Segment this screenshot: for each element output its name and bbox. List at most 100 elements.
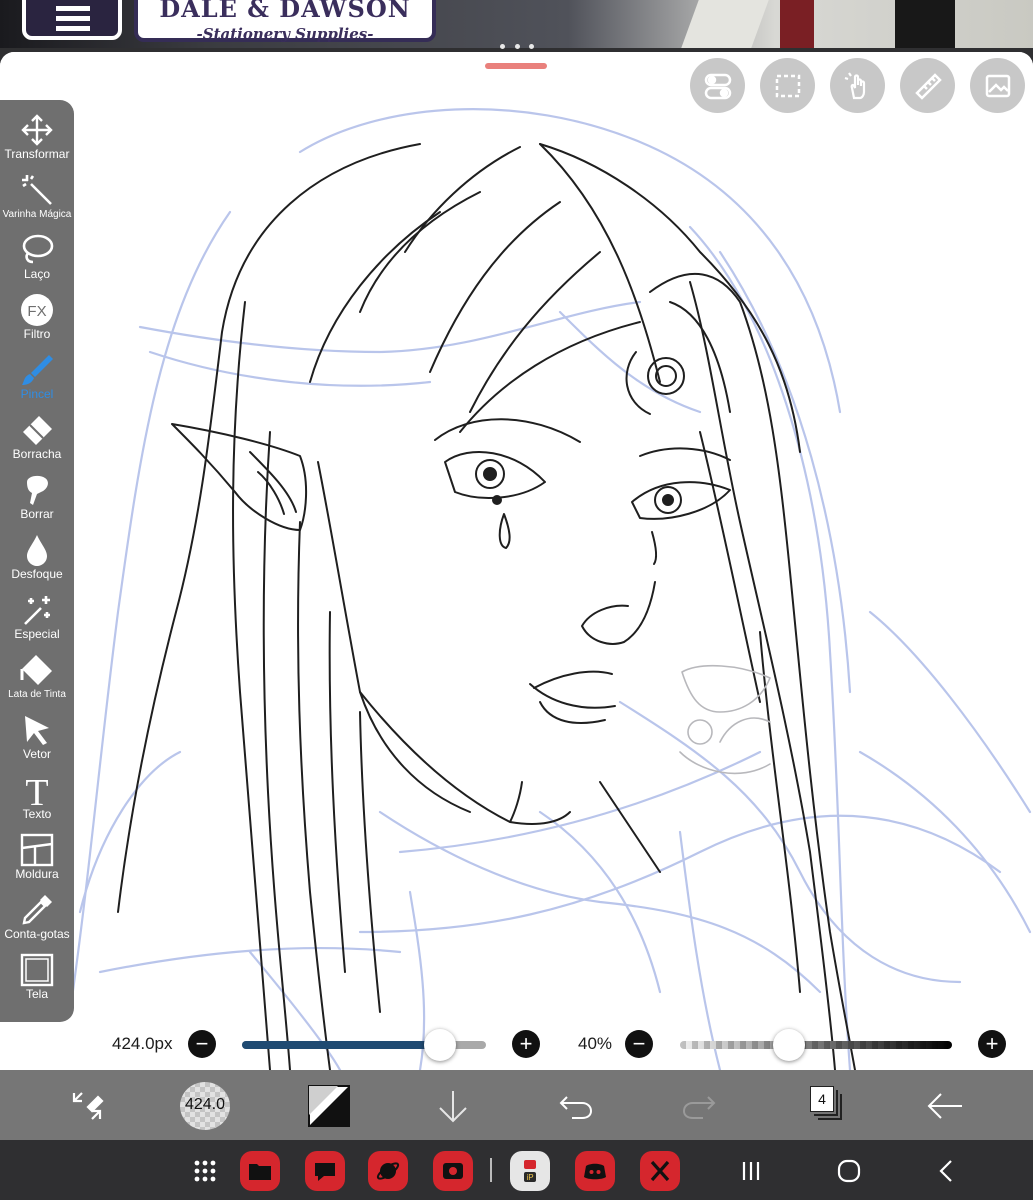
reference-image-icon[interactable] <box>970 58 1025 113</box>
download-button[interactable] <box>430 1083 476 1129</box>
brush-preview-button[interactable]: 424.0 <box>180 1082 230 1130</box>
tool-texto[interactable]: T Texto <box>0 766 74 826</box>
layers-button[interactable]: 4 <box>810 1086 842 1122</box>
photo-tie <box>780 0 814 48</box>
tool-label: Moldura <box>15 867 59 881</box>
move-arrows-icon <box>21 114 53 146</box>
tool-moldura[interactable]: Moldura <box>0 826 74 886</box>
tool-varinha-magica[interactable]: Varinha Mágica <box>0 166 74 226</box>
photo-jacket <box>895 0 955 48</box>
frame-divider-icon <box>20 833 54 867</box>
tool-label: Conta-gotas <box>4 927 70 941</box>
left-toolbar: Transformar Varinha Mágica Laço FX Filtr… <box>0 100 74 1022</box>
tool-borracha[interactable]: Borracha <box>0 406 74 466</box>
tool-tela[interactable]: Tela <box>0 946 74 1006</box>
back-button[interactable] <box>922 1083 968 1129</box>
camera-app-icon[interactable] <box>433 1151 473 1191</box>
undo-button[interactable] <box>553 1083 599 1129</box>
tool-laco[interactable]: Laço <box>0 226 74 286</box>
tool-label: Tela <box>25 987 48 1001</box>
shop-sign-menu-icon <box>22 0 122 40</box>
special-wand-icon <box>24 596 50 625</box>
chat-bubble-app-icon[interactable] <box>305 1151 345 1191</box>
color-swatch-icon <box>308 1085 350 1127</box>
recent-apps-icon[interactable] <box>734 1154 768 1188</box>
size-minus-button[interactable]: − <box>188 1030 216 1058</box>
brush-icon <box>22 355 53 385</box>
tool-label: Filtro <box>23 327 51 341</box>
eraser-icon <box>23 416 52 445</box>
drawing-canvas[interactable] <box>0 52 1033 1070</box>
brush-size-fill <box>242 1041 440 1049</box>
window-options-icon[interactable] <box>500 44 534 50</box>
planet-app-icon[interactable] <box>368 1151 408 1191</box>
shop-sign: DALE & DAWSON -Stationery Supplies- <box>134 0 436 43</box>
bottom-toolbar: 424.0 4 <box>0 1070 1033 1140</box>
selection-icon[interactable] <box>760 58 815 113</box>
undo-icon <box>559 1096 593 1119</box>
vector-cursor-icon <box>25 716 49 745</box>
redo-button[interactable] <box>676 1083 722 1129</box>
tool-label: Especial <box>14 627 60 641</box>
panel-drag-handle[interactable] <box>485 63 547 69</box>
canvas-icon <box>20 953 54 987</box>
tool-label: Borrar <box>20 507 54 521</box>
opacity-plus-button[interactable]: + <box>978 1030 1006 1058</box>
tool-especial[interactable]: Especial <box>0 586 74 646</box>
photo-coat <box>681 0 769 48</box>
toggle-icon[interactable] <box>690 58 745 113</box>
top-right-tools <box>690 58 1025 113</box>
tool-conta-gotas[interactable]: Conta-gotas <box>0 886 74 946</box>
system-back-icon[interactable] <box>930 1154 964 1188</box>
size-plus-button[interactable]: + <box>512 1030 540 1058</box>
background-photo: DALE & DAWSON -Stationery Supplies- <box>0 0 1033 48</box>
tool-label: Laço <box>23 267 51 281</box>
discord-app-icon[interactable] <box>575 1151 615 1191</box>
magic-wand-icon <box>22 175 52 205</box>
system-taskbar: iP <box>0 1140 1033 1200</box>
tool-desfoque[interactable]: Desfoque <box>0 526 74 586</box>
apps-grid-icon[interactable] <box>188 1154 222 1188</box>
opacity-track[interactable] <box>680 1041 952 1049</box>
tool-lata-de-tinta[interactable]: Lata de Tinta <box>0 646 74 706</box>
quick-tools-button[interactable] <box>64 1083 110 1129</box>
eyedropper-icon <box>22 895 52 925</box>
shop-name: DALE & DAWSON <box>159 0 411 23</box>
x-app-icon[interactable] <box>640 1151 680 1191</box>
brush-size-value: 424.0px <box>112 1034 173 1053</box>
opacity-knob[interactable] <box>772 1029 805 1061</box>
tool-borrar[interactable]: Borrar <box>0 466 74 526</box>
redo-icon <box>682 1096 716 1119</box>
smudge-icon <box>27 475 48 505</box>
arrow-left-icon <box>927 1093 962 1119</box>
tool-pincel[interactable]: Pincel <box>0 346 74 406</box>
tool-vetor[interactable]: Vetor <box>0 706 74 766</box>
folder-app-icon[interactable] <box>240 1151 280 1191</box>
blur-drop-icon <box>27 535 47 566</box>
tool-filtro[interactable]: FX Filtro <box>0 286 74 346</box>
svg-text:T: T <box>25 772 48 808</box>
color-swatch-button[interactable] <box>306 1083 352 1129</box>
ruler-icon[interactable] <box>900 58 955 113</box>
opacity-value: 40% <box>578 1034 613 1053</box>
tool-label: Varinha Mágica <box>2 209 72 220</box>
ibispaint-window: Transformar Varinha Mágica Laço FX Filtr… <box>0 52 1033 1140</box>
arrow-down-icon <box>439 1091 467 1123</box>
fx-filter-icon: FX <box>21 294 53 326</box>
tool-transformar[interactable]: Transformar <box>0 106 74 166</box>
tool-label: Borracha <box>12 447 62 461</box>
lasso-icon <box>22 234 54 264</box>
paint-bucket-icon <box>20 655 52 685</box>
tool-label: Texto <box>22 807 52 821</box>
ibispaint-app-icon[interactable]: iP <box>510 1151 550 1191</box>
brush-size-knob[interactable] <box>423 1029 456 1061</box>
gesture-hand-icon[interactable] <box>830 58 885 113</box>
svg-text:FX: FX <box>27 303 46 320</box>
opacity-minus-button[interactable]: − <box>625 1030 653 1058</box>
home-icon[interactable] <box>832 1154 866 1188</box>
tool-label: Desfoque <box>11 567 63 581</box>
tool-label: Transformar <box>4 147 70 161</box>
shop-subtitle: -Stationery Supplies- <box>196 25 374 43</box>
tool-label: Lata de Tinta <box>8 689 66 700</box>
tool-label: Pincel <box>20 387 54 401</box>
